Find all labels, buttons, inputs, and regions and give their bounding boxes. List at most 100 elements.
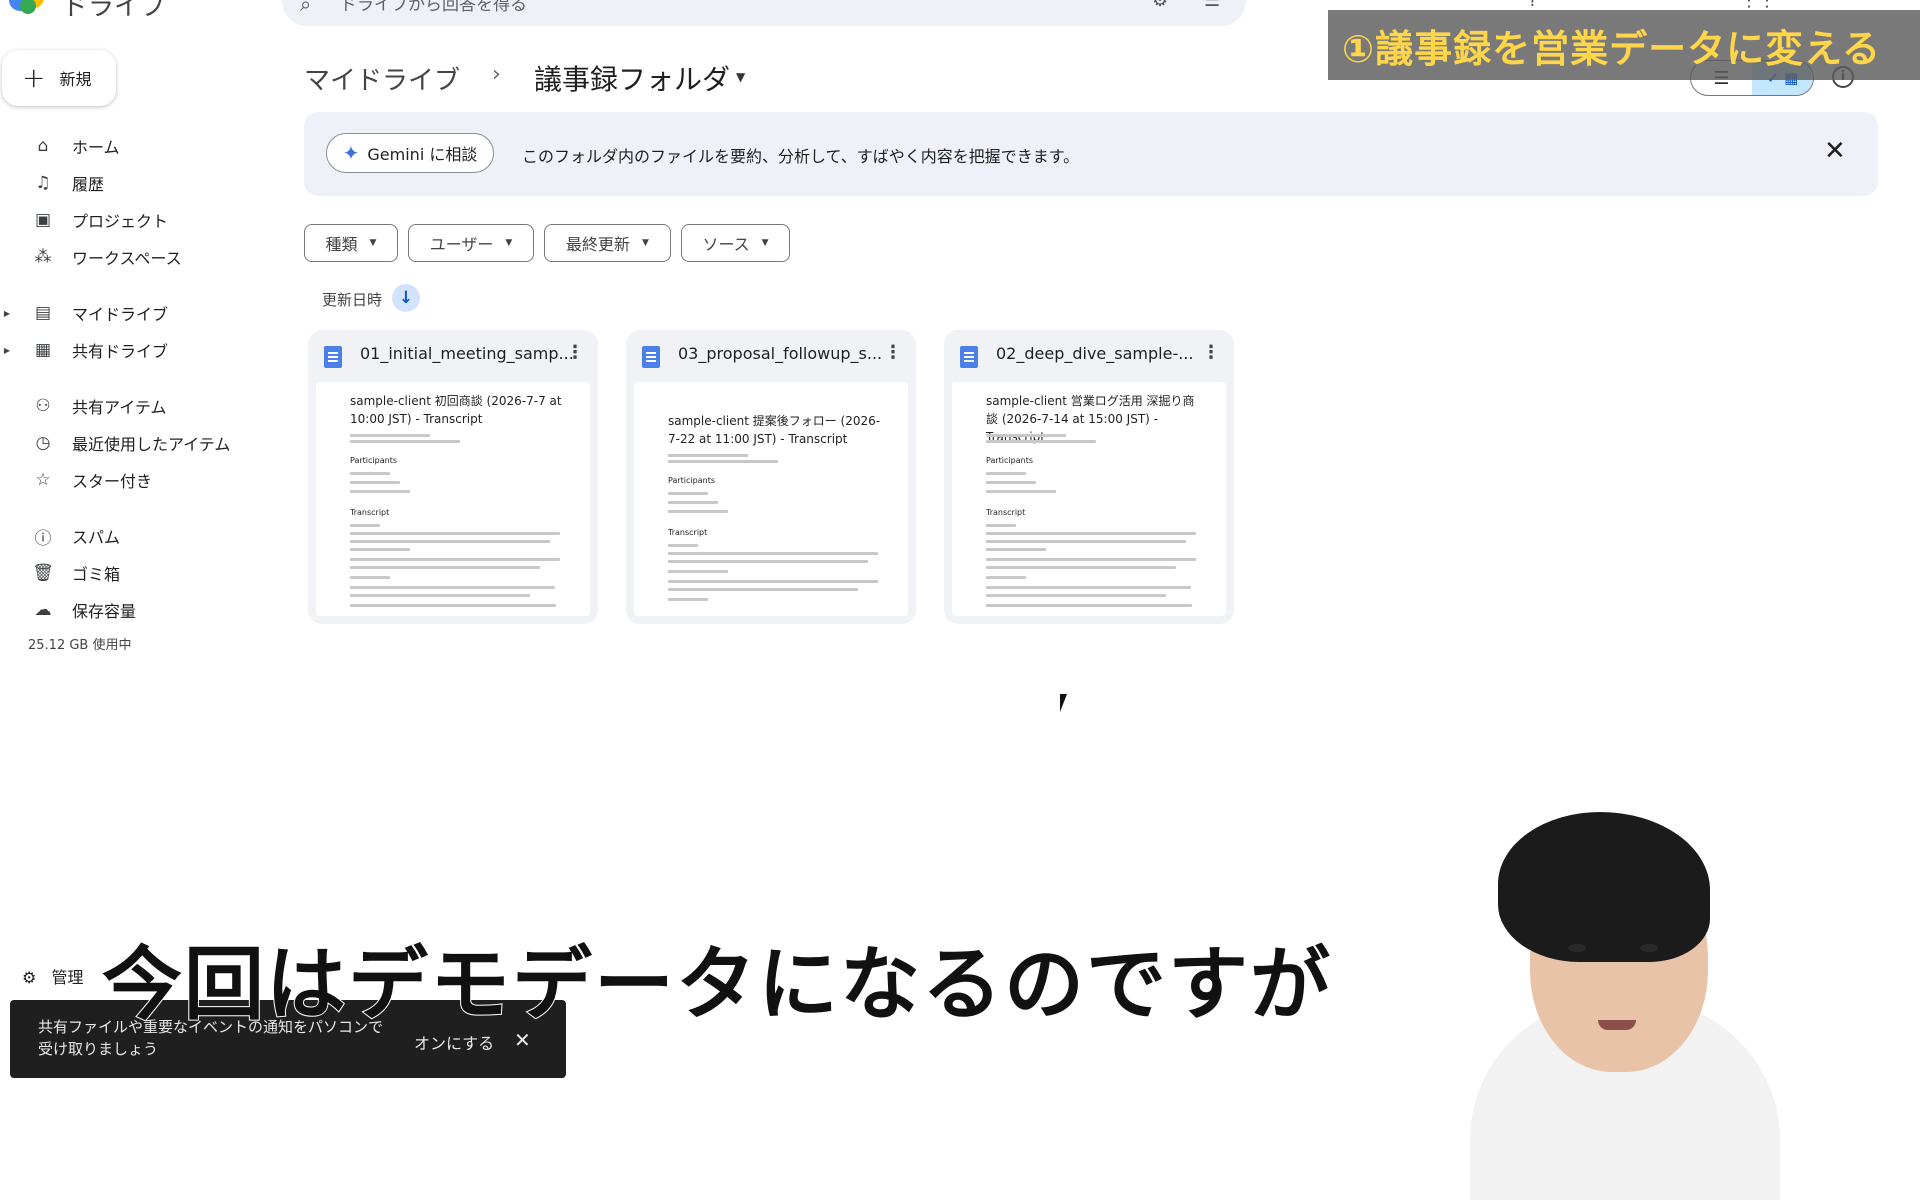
search-icon[interactable]: ⌕ <box>300 0 311 16</box>
trash-icon: 🗑 <box>32 563 54 583</box>
new-button-label: 新規 <box>59 70 92 89</box>
storage-usage: 25.12 GB 使用中 <box>28 638 132 653</box>
expand-icon[interactable]: ▶ <box>0 309 14 318</box>
file-thumbnail: sample-client 初回商談 (2026-7-7 at 10:00 JS… <box>316 382 590 616</box>
caret-down-icon: ▼ <box>505 238 513 248</box>
sidebar-item-label: 共有アイテム <box>72 398 167 417</box>
caret-down-icon: ▼ <box>642 238 649 248</box>
cloud-icon: ☁ <box>34 600 52 620</box>
chevron-down-icon[interactable]: ▼ <box>736 70 745 84</box>
mouse-cursor <box>1060 694 1067 712</box>
preview-title: sample-client 営業ログ活用 深掘り商談 (2026-7-14 at… <box>986 394 1195 444</box>
sidebar-item-label: マイドライブ <box>72 305 169 324</box>
sidebar-item-label: プロジェクト <box>72 212 169 231</box>
sidebar-item-label: スター付き <box>72 472 153 491</box>
sidebar-item-home[interactable]: ⌂ ホーム <box>0 128 260 164</box>
workspace-icon: ⁂ <box>34 247 52 267</box>
preview-participants-heading: Participants <box>350 456 397 465</box>
breadcrumb-current-folder[interactable]: 議事録フォルダ <box>534 58 730 98</box>
preview-participants-heading: Participants <box>986 456 1033 465</box>
sidebar-item-trash[interactable]: 🗑 ゴミ箱 <box>0 555 260 591</box>
sparkle-icon: ✦ <box>342 141 360 165</box>
doc-icon <box>960 346 978 368</box>
doc-icon <box>642 346 660 368</box>
sidebar-item-label: 管理 <box>51 968 84 987</box>
title-overlay-text: ①議事録を営業データに変える <box>1342 27 1882 71</box>
bell-icon: ♫ <box>35 173 51 193</box>
shared-drive-icon: ▦ <box>34 340 52 360</box>
drive-icon: ▤ <box>34 303 52 323</box>
close-icon[interactable]: ✕ <box>1824 138 1846 164</box>
sidebar-item-storage[interactable]: ☁ 保存容量 <box>0 592 260 628</box>
sidebar-item-label: 履歴 <box>72 175 105 194</box>
sidebar-item-spam[interactable]: ⓘ スパム <box>0 518 260 554</box>
admin-icon: ⚙ <box>22 968 37 987</box>
sidebar-item-projects[interactable]: ▣ プロジェクト <box>0 202 260 238</box>
sidebar-item-label: 保存容量 <box>72 602 137 621</box>
new-button[interactable]: + 新規 <box>2 50 116 106</box>
filter-type[interactable]: 種類 ▼ <box>304 224 398 262</box>
gemini-button-label: Gemini に相談 <box>367 145 478 164</box>
more-vert-icon[interactable]: ⋮ <box>566 342 584 363</box>
caret-down-icon: ▼ <box>761 238 769 248</box>
file-name: 03_proposal_followup_s... <box>678 344 883 363</box>
preview-transcript-heading: Transcript <box>668 528 708 537</box>
sidebar-item-admin[interactable]: ⚙ 管理 <box>22 964 83 988</box>
file-thumbnail: sample-client 営業ログ活用 深掘り商談 (2026-7-14 at… <box>952 382 1226 616</box>
sidebar-item-label: 最近使用したアイテム <box>72 435 231 454</box>
preview-title: sample-client 初回商談 (2026-7-7 at 10:00 JS… <box>350 394 562 426</box>
file-card[interactable]: 02_deep_dive_sample-... ⋮ sample-client … <box>944 330 1234 624</box>
app-title: ドライブ <box>62 0 167 22</box>
more-vert-icon[interactable]: ⋮ <box>884 342 902 363</box>
spam-icon: ⓘ <box>34 528 52 549</box>
sidebar-item-label: ワークスペース <box>72 249 182 268</box>
project-icon: ▣ <box>34 210 52 230</box>
sidebar-item-history[interactable]: ♫ 履歴 <box>0 165 260 201</box>
drive-logo[interactable] <box>8 0 48 14</box>
star-icon: ☆ <box>35 470 51 490</box>
file-card[interactable]: 01_initial_meeting_samp... ⋮ sample-clie… <box>308 330 598 624</box>
file-name: 02_deep_dive_sample-... <box>996 344 1194 363</box>
sidebar-item-label: ホーム <box>72 138 120 157</box>
presenter-mouth <box>1598 1020 1636 1030</box>
presenter-hair <box>1498 812 1710 962</box>
file-card[interactable]: 03_proposal_followup_s... ⋮ sample-clien… <box>626 330 916 624</box>
search-input[interactable]: ドライブから回答を得る <box>340 0 527 15</box>
more-vert-icon[interactable]: ⋮ <box>1202 342 1220 363</box>
filter-last-modified[interactable]: 最終更新 ▼ <box>544 224 671 262</box>
filter-label: 最終更新 <box>566 235 631 254</box>
sort-label[interactable]: 更新日時 <box>322 289 382 310</box>
people-icon: ⚇ <box>35 396 51 416</box>
preview-transcript-heading: Transcript <box>986 508 1026 517</box>
filter-label: ソース <box>702 235 750 254</box>
sidebar-item-my-drive[interactable]: ▶ ▤ マイドライブ <box>0 295 260 331</box>
sort-direction-icon[interactable]: ↓ <box>392 284 420 312</box>
breadcrumb-separator: › <box>492 62 501 87</box>
plus-icon: + <box>22 61 46 94</box>
sidebar-item-label: 共有ドライブ <box>72 342 169 361</box>
preview-title: sample-client 提案後フォロー (2026-7-22 at 11:0… <box>668 414 881 446</box>
file-name: 01_initial_meeting_samp... <box>360 344 574 363</box>
presenter-eye <box>1568 944 1586 952</box>
filter-label: 種類 <box>325 235 358 254</box>
filter-label: ユーザー <box>429 235 494 254</box>
tune-icon[interactable]: ⚙ <box>1152 0 1168 11</box>
home-icon: ⌂ <box>37 136 49 156</box>
sidebar-item-recent[interactable]: ◷ 最近使用したアイテム <box>0 425 260 461</box>
filter-user[interactable]: ユーザー ▼ <box>408 224 534 262</box>
filter-source[interactable]: ソース ▼ <box>681 224 790 262</box>
sidebar-item-workspaces[interactable]: ⁂ ワークスペース <box>0 239 260 275</box>
preview-transcript-heading: Transcript <box>350 508 390 517</box>
presenter-eye <box>1640 944 1658 952</box>
filter-icon[interactable]: ☰ <box>1204 0 1220 11</box>
sidebar-item-starred[interactable]: ☆ スター付き <box>0 462 260 498</box>
clock-icon: ◷ <box>35 433 51 453</box>
sidebar-item-shared-drives[interactable]: ▶ ▦ 共有ドライブ <box>0 332 260 368</box>
sidebar-item-label: スパム <box>72 528 121 547</box>
expand-icon[interactable]: ▶ <box>0 346 14 355</box>
caret-down-icon: ▼ <box>369 238 377 248</box>
doc-icon <box>324 346 342 368</box>
sidebar-item-shared-with-me[interactable]: ⚇ 共有アイテム <box>0 388 260 424</box>
breadcrumb-my-drive[interactable]: マイドライブ <box>304 60 460 97</box>
gemini-ask-button[interactable]: ✦ Gemini に相談 <box>326 133 494 173</box>
